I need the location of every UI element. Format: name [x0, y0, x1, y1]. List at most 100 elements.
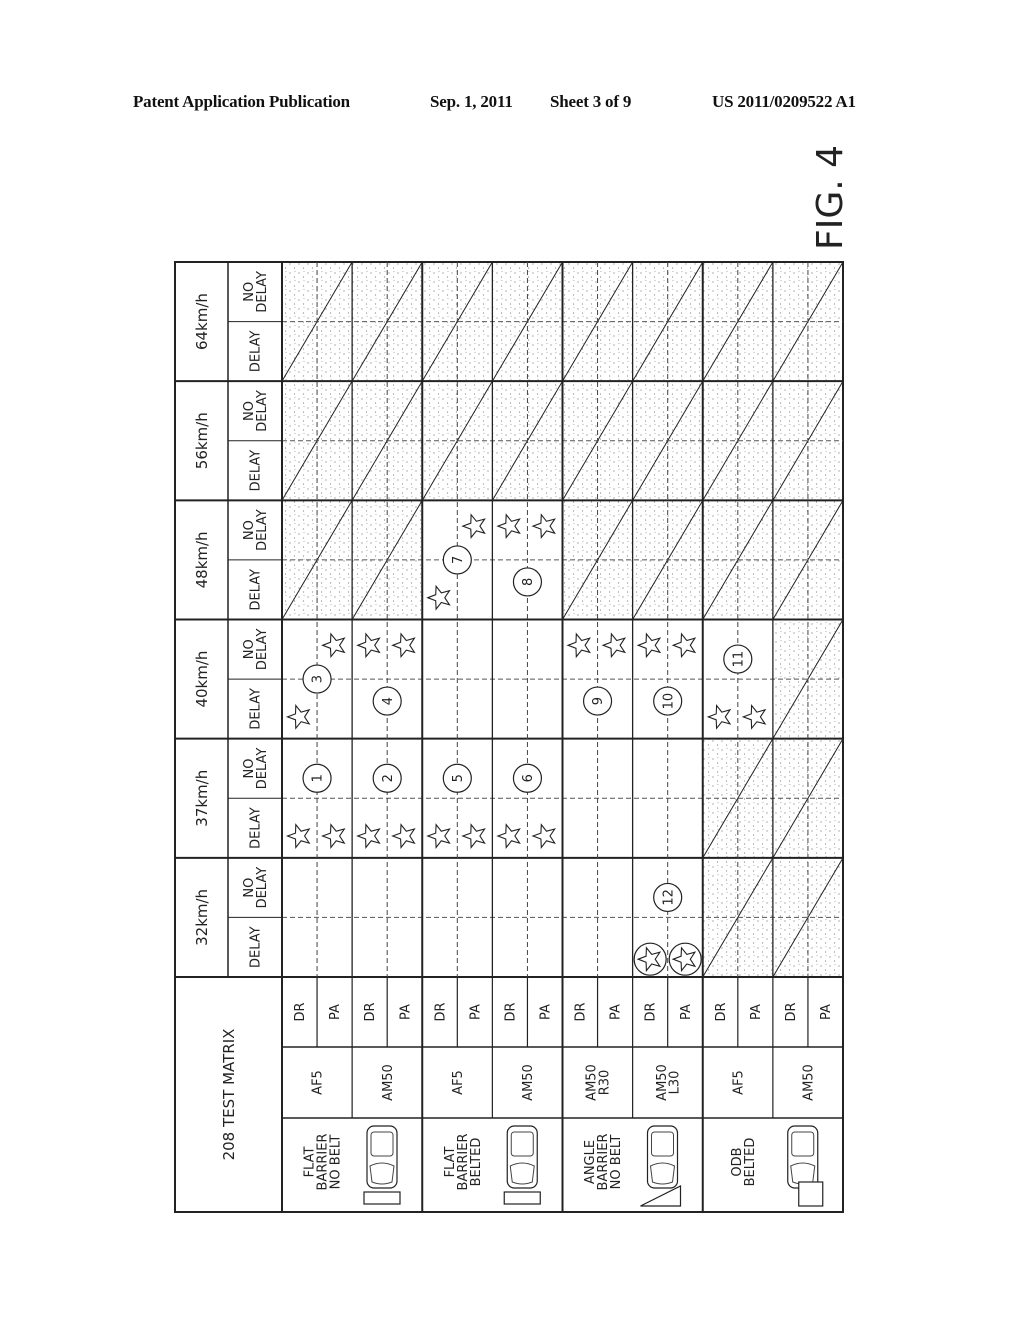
test-star-icon [496, 823, 521, 849]
test-type-label: FLATBARRIERNO BELT [303, 1134, 344, 1191]
no-delay-label-line: DELAY [255, 271, 270, 313]
speed-label: 64km/h [193, 293, 211, 350]
speed-label: 56km/h [193, 412, 211, 469]
test-type-label-line: BELTED [469, 1138, 484, 1187]
matrix-title: 208 TEST MATRIX [220, 1029, 238, 1161]
delay-label-line: DELAY [249, 331, 264, 373]
test-star-icon [321, 823, 346, 849]
no-delay-label: NODELAY [242, 390, 270, 432]
seat-position-label-line: PA [819, 1004, 834, 1020]
test-star-icon [461, 823, 486, 850]
dummy-label: AF5 [731, 1070, 746, 1095]
seat-position-label-line: PA [679, 1004, 694, 1020]
test-number-label: 12 [661, 889, 676, 906]
test-star-icon [741, 704, 767, 730]
seat-position-label-line: DR [363, 1002, 378, 1021]
test-type-label-line: NO BELT [329, 1135, 344, 1190]
delay-label: DELAY [249, 807, 264, 849]
dummy-label-line: AF5 [731, 1070, 746, 1095]
seat-position-label-line: DR [433, 1002, 448, 1021]
dummy-label: AM50L30 [655, 1064, 683, 1101]
dummy-label-line: AM50 [381, 1064, 396, 1101]
no-delay-label-line: DELAY [255, 509, 270, 551]
dummy-label-line: AM50 [521, 1064, 536, 1101]
vehicle-hood-icon [509, 1162, 535, 1185]
test-star-icon [391, 823, 416, 849]
test-type-label-line: NO BELT [609, 1135, 624, 1190]
speed-label-line: 48km/h [193, 531, 211, 588]
no-delay-label-line: DELAY [255, 748, 270, 790]
delay-label: DELAY [249, 450, 264, 492]
seat-position-label: DR [574, 1002, 589, 1021]
test-star-icon [426, 584, 451, 611]
no-delay-label: NODELAY [242, 509, 270, 551]
test-type-label: ODBBELTED [730, 1138, 758, 1187]
speed-label: 37km/h [193, 770, 211, 827]
test-star-icon [496, 513, 521, 539]
speed-label-line: 32km/h [193, 889, 211, 946]
dummy-label-line: R30 [598, 1070, 613, 1096]
seat-position-label: DR [714, 1002, 729, 1021]
seat-position-label: PA [539, 1004, 554, 1020]
dummy-label-line: AF5 [451, 1070, 466, 1095]
no-delay-label-line: DELAY [255, 628, 270, 670]
speed-label: 40km/h [193, 651, 211, 708]
speed-label: 48km/h [193, 531, 211, 588]
dummy-label: AF5 [451, 1070, 466, 1095]
delay-label-line: DELAY [249, 569, 264, 611]
delay-label-line: DELAY [249, 807, 264, 849]
test-number-label: 9 [591, 697, 606, 705]
seat-position-label-line: PA [398, 1004, 413, 1020]
test-number-label: 7 [451, 556, 466, 564]
seat-position-label-line: DR [503, 1002, 518, 1021]
delay-label-line: DELAY [249, 926, 264, 968]
speed-label: 32km/h [193, 889, 211, 946]
seat-position-label: DR [433, 1002, 448, 1021]
delay-label: DELAY [249, 569, 264, 611]
seat-position-label-line: PA [328, 1004, 343, 1020]
test-number-label: 10 [661, 693, 676, 710]
test-star-icon [601, 632, 627, 659]
seat-position-label-line: DR [644, 1002, 659, 1021]
test-number-label: 5 [451, 774, 466, 782]
no-delay-label: NODELAY [242, 271, 270, 313]
odb-barrier-icon [798, 1181, 824, 1207]
test-star-icon [636, 632, 662, 659]
seat-position-label: PA [398, 1004, 413, 1020]
angle-barrier-icon [640, 1185, 682, 1207]
figure-label: FIG. 4 [810, 145, 851, 250]
seat-position-label: DR [293, 1002, 308, 1021]
test-number-label: 8 [521, 578, 536, 586]
vehicle-roof-icon [510, 1131, 534, 1157]
test-star-icon [426, 823, 451, 850]
dummy-label-line: L30 [668, 1071, 683, 1095]
flat-barrier-icon [503, 1191, 541, 1205]
dummy-label: AM50 [381, 1064, 396, 1101]
test-star-icon [285, 704, 311, 730]
seat-position-label: DR [784, 1002, 799, 1021]
delay-label: DELAY [249, 688, 264, 730]
test-number-label: 1 [311, 774, 326, 782]
seat-position-label: DR [363, 1002, 378, 1021]
seat-position-label: PA [609, 1004, 624, 1020]
delay-label-line: DELAY [249, 688, 264, 730]
seat-position-label: PA [749, 1004, 764, 1020]
test-star-icon [285, 823, 311, 850]
vehicle-roof-icon [791, 1131, 815, 1157]
test-type-label: FLATBARRIERBELTED [443, 1134, 484, 1191]
test-number-label: 2 [381, 774, 396, 782]
no-delay-label-line: DELAY [255, 390, 270, 432]
no-delay-label: NODELAY [242, 748, 270, 790]
dummy-label: AM50 [801, 1064, 816, 1101]
no-delay-label: NODELAY [242, 867, 270, 909]
test-number-label: 4 [381, 697, 396, 705]
speed-label-line: 64km/h [193, 293, 211, 350]
seat-position-label-line: DR [574, 1002, 589, 1021]
speed-label-line: 37km/h [193, 770, 211, 827]
seat-position-label: PA [819, 1004, 834, 1020]
test-star-icon [531, 823, 556, 850]
seat-position-label-line: DR [293, 1002, 308, 1021]
test-number-label: 11 [731, 651, 746, 668]
test-number-label: 3 [311, 675, 326, 683]
test-star-icon [706, 704, 732, 730]
